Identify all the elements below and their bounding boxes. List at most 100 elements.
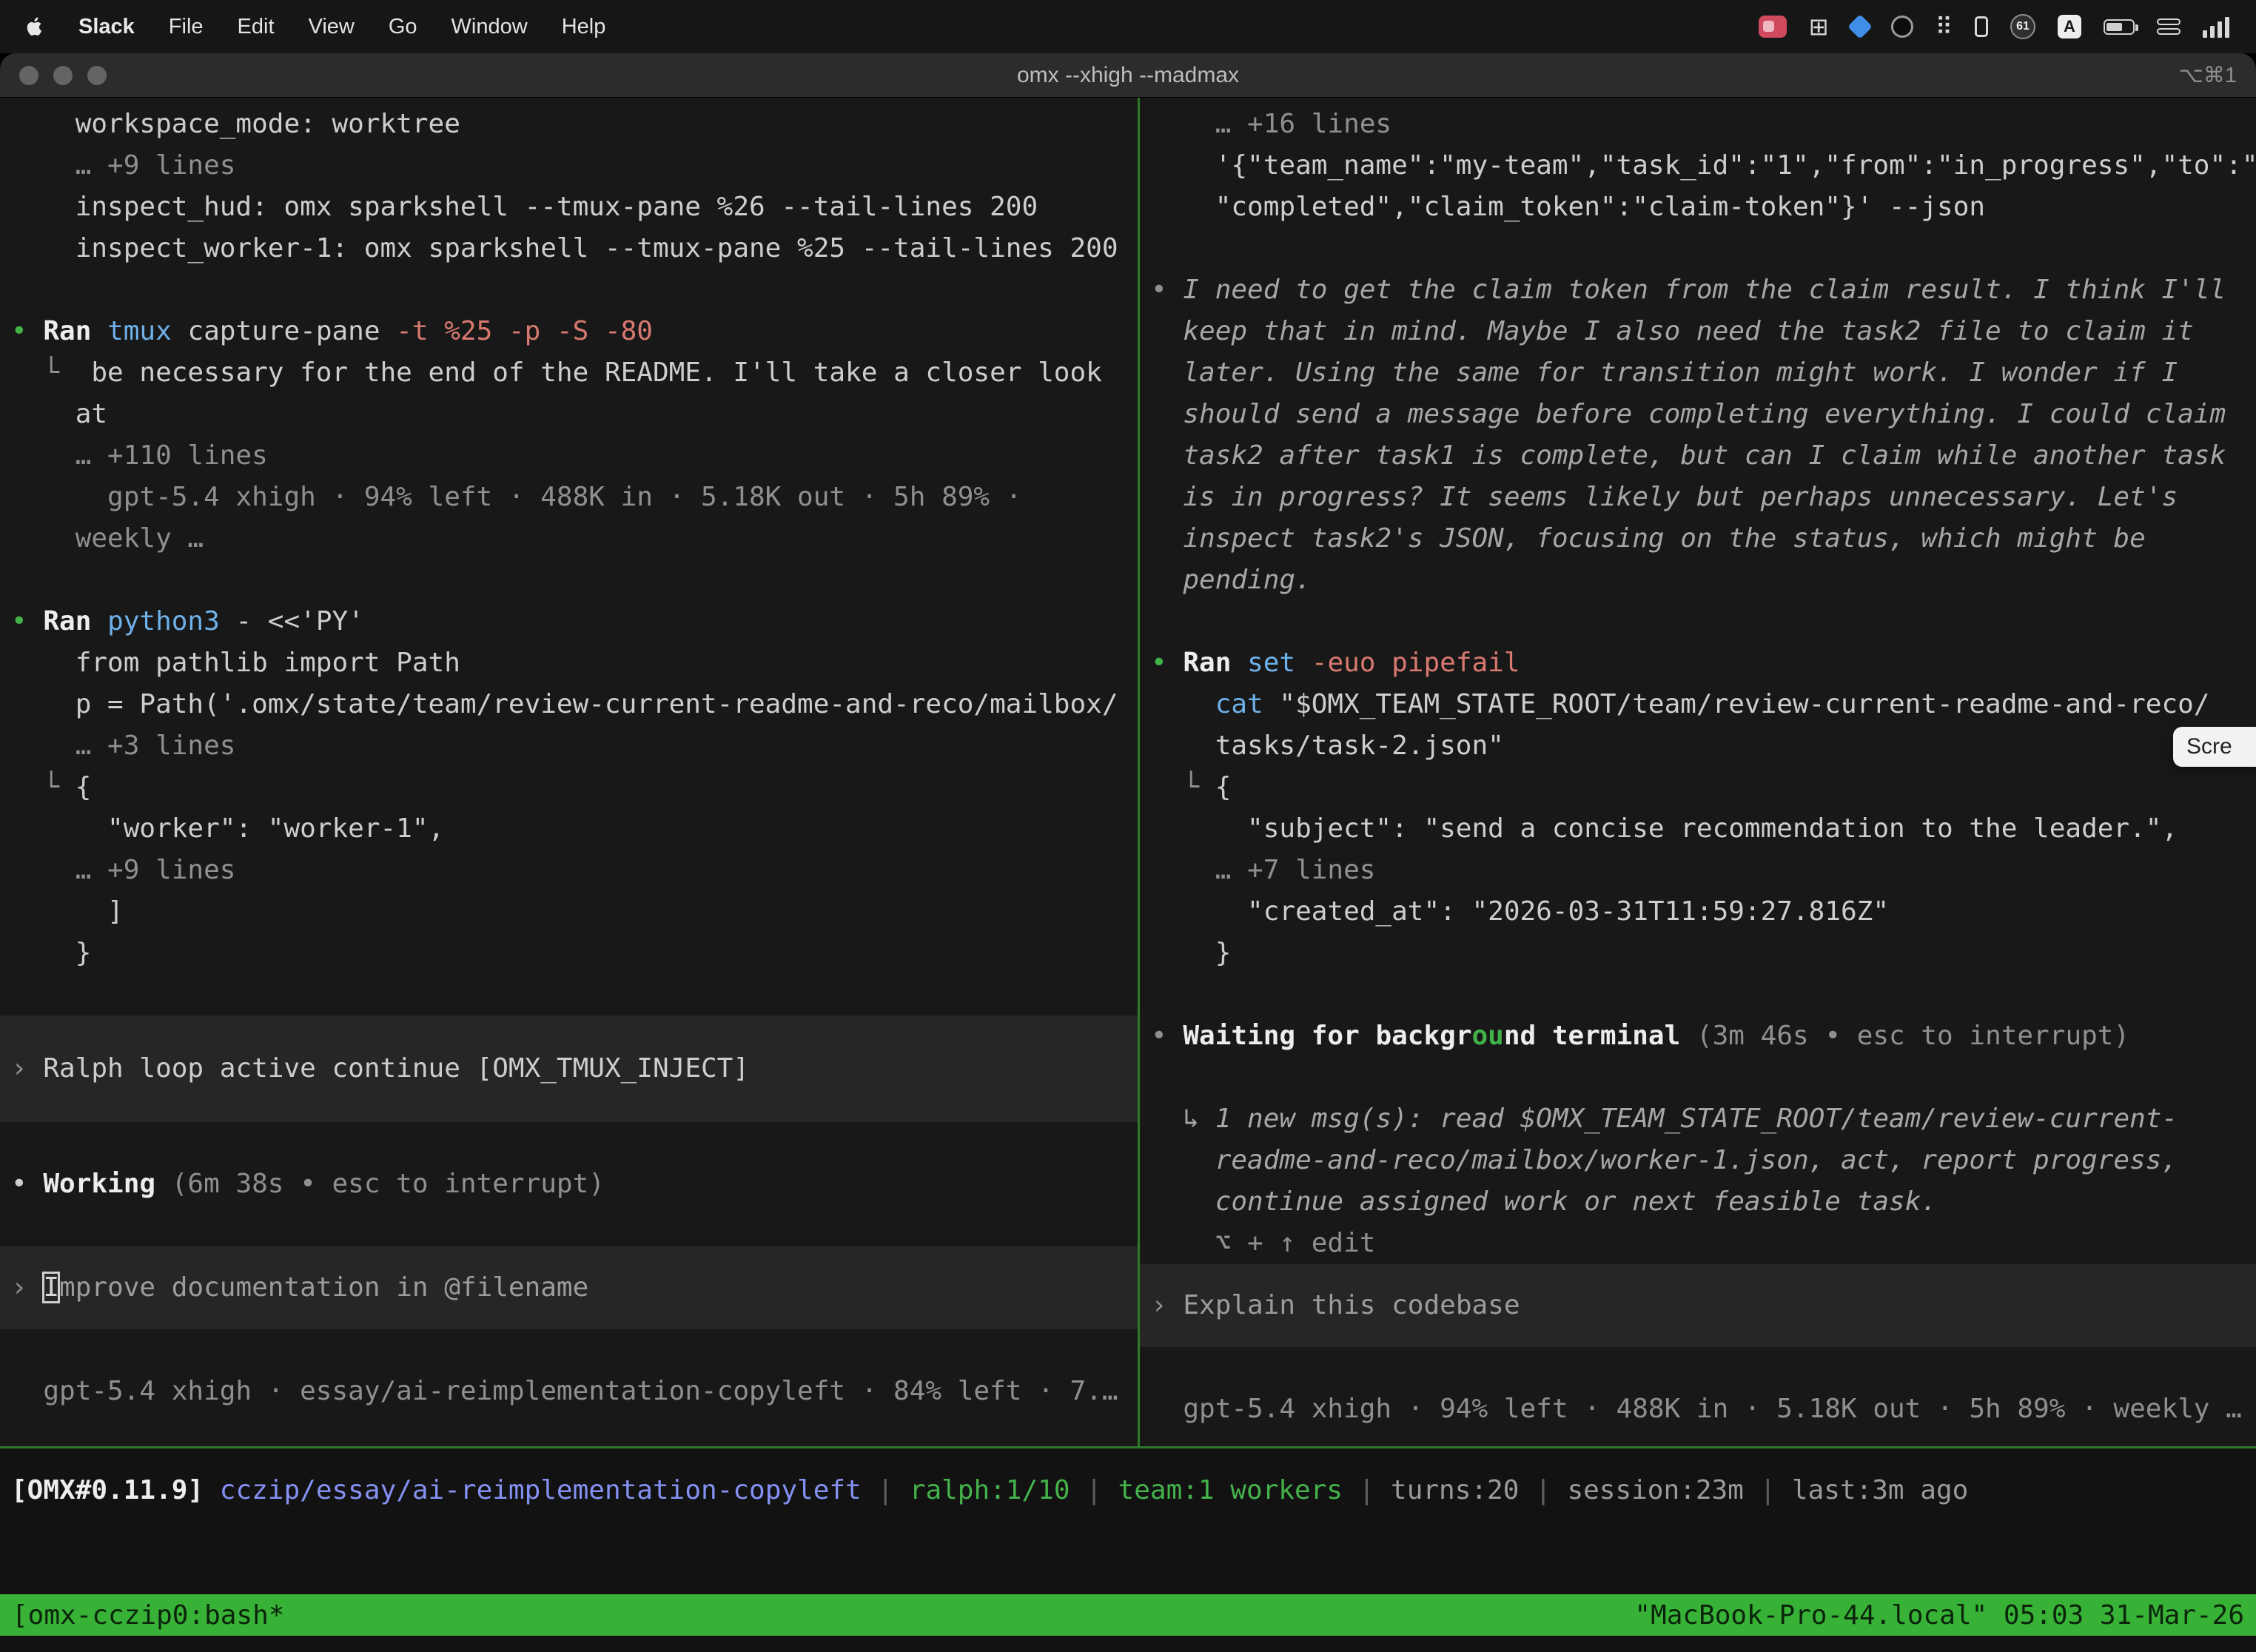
traffic-lights (19, 66, 107, 85)
text-segment: 1 new msg(s): read $OMX_TEAM_STATE_ROOT/… (1215, 1104, 2178, 1134)
text-segment: … +9 lines (11, 150, 235, 181)
apple-menu-icon[interactable] (27, 16, 44, 38)
terminal-line: … +3 lines (0, 725, 1138, 767)
terminal-line: tasks/task-2.json" (1140, 725, 2256, 767)
text-segment: capture-pane (187, 316, 396, 346)
menu-items: File Edit View Go Window Help (169, 15, 606, 39)
text-segment: Waiting for backgr (1183, 1021, 1471, 1051)
terminal-line: cat "$OMX_TEAM_STATE_ROOT/team/review-cu… (1140, 684, 2256, 725)
menu-view[interactable]: View (309, 15, 355, 39)
prompt-input[interactable]: › Explain this codebase (1140, 1264, 2256, 1347)
text-segment: should send a message before completing … (1151, 399, 2226, 429)
text-segment: └ (11, 772, 75, 802)
text-segment: › (1151, 1290, 1183, 1320)
text-segment: inspect_worker-1: omx sparkshell --tmux-… (11, 233, 1118, 263)
text-segment: › (11, 1272, 43, 1303)
terminal-line: • Ran tmux capture-pane -t %25 -p -S -80 (0, 311, 1138, 352)
minimize-button[interactable] (53, 66, 73, 85)
blue-app-icon[interactable] (1847, 14, 1873, 39)
battery-fill (2106, 23, 2122, 31)
terminal-line: "created_at": "2026-03-31T11:59:27.816Z" (1140, 891, 2256, 933)
text-segment: • (11, 316, 43, 346)
terminal-line: gpt-5.4 xhigh · essay/ai-reimplementatio… (0, 1371, 1138, 1412)
input-source-icon[interactable]: A (2058, 15, 2081, 38)
tmux-content: workspace_mode: worktree … +9 lines insp… (0, 98, 2256, 1446)
blank-line (1140, 1057, 2256, 1098)
terminal-line: inspect task2's JSON, focusing on the st… (1140, 518, 2256, 560)
menu-window[interactable]: Window (451, 15, 528, 39)
text-segment: task2 after task1 is complete, but can I… (1151, 440, 2226, 471)
status-segment: | (1519, 1475, 1567, 1505)
text-segment: • (11, 1169, 43, 1199)
terminal-line: … +7 lines (1140, 850, 2256, 891)
status-segment: | (1070, 1475, 1118, 1505)
maximize-button[interactable] (87, 66, 107, 85)
right-terminal-pane[interactable]: … +16 lines '{"team_name":"my-team","tas… (1140, 98, 2256, 1446)
text-segment: • (11, 606, 43, 637)
status-segment: session:23m (1567, 1475, 1743, 1505)
menu-help[interactable]: Help (562, 15, 606, 39)
battery-percentage-icon[interactable]: 61 (2010, 14, 2035, 39)
text-segment: (6m 38s • esc to interrupt) (172, 1169, 605, 1199)
menu-edit[interactable]: Edit (238, 15, 275, 39)
text-segment: p = Path('.omx/state/team/review-current… (11, 689, 1118, 719)
terminal-line: keep that in mind. Maybe I also need the… (1140, 311, 2256, 352)
text-segment: I (43, 1272, 59, 1303)
text-segment: { (1215, 772, 1232, 802)
text-segment: workspace_mode: worktree (11, 109, 460, 139)
tmux-status-bar: [omx-cczip0:bash* "MacBook-Pro-44.local"… (0, 1594, 2256, 1636)
grid-icon[interactable]: ⊞ (1809, 15, 1829, 38)
menu-file[interactable]: File (169, 15, 204, 39)
status-segment: cczip/essay/ai-reimplementation-copyleft (220, 1475, 862, 1505)
text-segment: keep that in mind. Maybe I also need the… (1151, 316, 2194, 346)
terminal-line: continue assigned work or next feasible … (1140, 1181, 2256, 1223)
text-segment: • (1151, 1021, 1183, 1051)
left-terminal-pane[interactable]: workspace_mode: worktree … +9 lines insp… (0, 98, 1140, 1446)
blank-line (0, 269, 1138, 311)
active-app-name[interactable]: Slack (78, 15, 135, 39)
text-segment: "created_at": "2026-03-31T11:59:27.816Z" (1151, 896, 1889, 927)
text-segment: '{"team_name":"my-team","task_id":"1","f… (1151, 150, 2256, 181)
text-segment: tasks/task-2.json" (1151, 731, 1504, 761)
terminal-line: • Ran python3 - <<'PY' (0, 601, 1138, 642)
text-segment: … +7 lines (1151, 855, 1375, 885)
blank-line (1140, 601, 2256, 642)
text-segment: • (1151, 275, 1183, 305)
text-segment: I need to get the claim token from the c… (1183, 275, 2226, 305)
menubar-status-icons: ⊞ ⠿ 61 A (1759, 14, 2229, 39)
status-segment: | (1343, 1475, 1391, 1505)
text-segment: be necessary for the end of the README. … (91, 357, 1101, 388)
text-segment: gpt-5.4 xhigh · essay/ai-reimplementatio… (11, 1376, 1118, 1406)
text-segment: "$OMX_TEAM_STATE_ROOT/team/review-curren… (1279, 689, 2209, 719)
window-title-bar[interactable]: omx --xhigh --madmax ⌥⌘1 (0, 53, 2256, 98)
dots-grid-icon[interactable]: ⠿ (1936, 15, 1953, 38)
text-segment: … +16 lines (1151, 109, 1391, 139)
battery-icon[interactable] (2104, 19, 2135, 35)
phone-mirroring-icon[interactable] (1975, 16, 1988, 37)
signal-icon[interactable] (2203, 16, 2229, 38)
control-center-icon[interactable] (2157, 19, 2181, 35)
recording-inner-shape (1763, 21, 1774, 32)
terminal-line: should send a message before completing … (1140, 394, 2256, 435)
text-segment: nd terminal (1504, 1021, 1696, 1051)
terminal-line: } (1140, 933, 2256, 974)
menu-go[interactable]: Go (389, 15, 417, 39)
text-segment: inspect task2's JSON, focusing on the st… (1151, 523, 2146, 554)
terminal-line: "worker": "worker-1", (0, 808, 1138, 850)
screen-recording-indicator-icon[interactable] (1759, 16, 1787, 38)
text-segment: … +3 lines (11, 731, 235, 761)
terminal-line: gpt-5.4 xhigh · 94% left · 488K in · 5.1… (0, 477, 1138, 518)
close-button[interactable] (19, 66, 38, 85)
prompt-input[interactable]: › Improve documentation in @filename (0, 1246, 1138, 1329)
dark-circle-app-icon[interactable] (1891, 16, 1913, 38)
terminal-line: task2 after task1 is complete, but can I… (1140, 435, 2256, 477)
terminal-line: inspect_hud: omx sparkshell --tmux-pane … (0, 187, 1138, 228)
toggle-pill (2157, 19, 2181, 25)
blank-line (0, 1205, 1138, 1246)
text-segment: weekly … (11, 523, 204, 554)
status-segment: | (862, 1475, 910, 1505)
text-segment: pending. (1151, 565, 1312, 595)
screen-recording-toast[interactable]: Scre (2173, 727, 2256, 767)
text-segment: "subject": "send a concise recommendatio… (1151, 813, 2178, 844)
terminal-line: … +16 lines (1140, 104, 2256, 145)
